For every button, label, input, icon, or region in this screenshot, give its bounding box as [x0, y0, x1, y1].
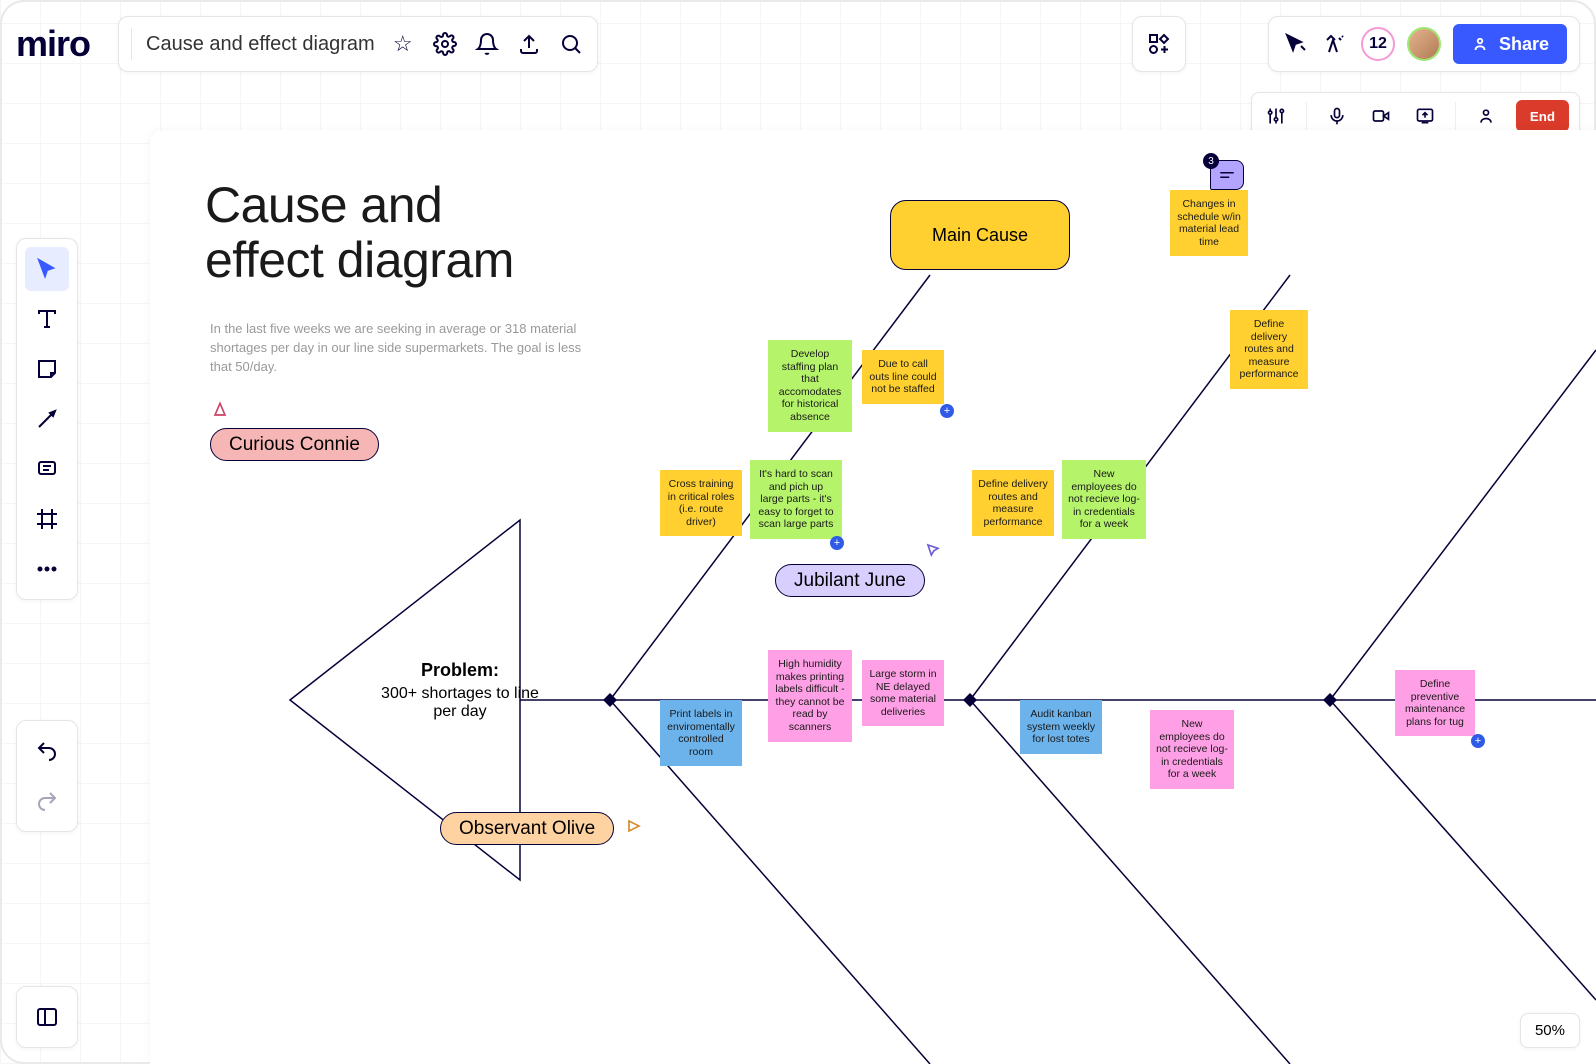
collaborator-label: Curious Connie	[210, 428, 379, 461]
bell-icon[interactable]	[473, 30, 501, 58]
apps-icon[interactable]	[1145, 30, 1173, 58]
sticky-note[interactable]: Changes in schedule w/in material lead t…	[1170, 190, 1248, 256]
redo-button[interactable]	[25, 779, 69, 823]
collaboration-cluster: 12 Share	[1268, 16, 1580, 72]
sticky-note[interactable]: Cross training in critical roles (i.e. r…	[660, 470, 742, 536]
sticky-note[interactable]: New employees do not recieve log-in cred…	[1062, 460, 1146, 539]
collaborator-cursor-june: Jubilant June	[775, 564, 925, 597]
text-tool[interactable]	[25, 297, 69, 341]
sticky-note[interactable]: It's hard to scan and pich up large part…	[750, 460, 842, 539]
sticky-note[interactable]: Print labels in enviromentally controlle…	[660, 700, 742, 766]
star-icon[interactable]: ☆	[389, 30, 417, 58]
cursor-mode-icon[interactable]	[1281, 30, 1309, 58]
sticky-note[interactable]: Develop staffing plan that accomodates f…	[768, 340, 852, 432]
settings-sliders-icon[interactable]	[1262, 102, 1290, 130]
collaborator-cursor-connie	[210, 400, 230, 425]
frame-tool[interactable]	[25, 497, 69, 541]
sticky-note[interactable]: Large storm in NE delayed some material …	[862, 660, 944, 726]
comment-tool[interactable]	[25, 447, 69, 491]
end-call-button[interactable]: End	[1516, 100, 1569, 132]
sticky-note[interactable]: High humidity makes printing labels diff…	[768, 650, 852, 742]
sticky-note-tool[interactable]	[25, 347, 69, 391]
collaborator-label: Observant Olive	[440, 812, 614, 845]
search-icon[interactable]	[557, 30, 585, 58]
user-avatar[interactable]	[1407, 27, 1441, 61]
undo-button[interactable]	[25, 729, 69, 773]
cursor-icon	[923, 540, 943, 565]
fishbone-lines	[150, 130, 1596, 1064]
collaborator-label: Jubilant June	[775, 564, 925, 597]
sticky-note[interactable]: Due to call outs line could not be staff…	[862, 350, 944, 404]
cursor-icon	[210, 400, 230, 425]
comment-count: 3	[1203, 153, 1219, 169]
board-header-panel: Cause and effect diagram ☆	[118, 16, 598, 72]
tool-toolbar	[16, 238, 78, 600]
divider	[131, 28, 132, 60]
screen-share-icon[interactable]	[1411, 102, 1439, 130]
select-tool[interactable]	[25, 247, 69, 291]
miro-logo[interactable]: miro	[16, 23, 106, 65]
add-plus-icon[interactable]: +	[830, 536, 844, 550]
settings-icon[interactable]	[431, 30, 459, 58]
divider	[1306, 102, 1307, 130]
history-panel	[16, 720, 78, 832]
comment-thread[interactable]: 3	[1210, 160, 1244, 190]
cursor-icon	[624, 816, 644, 841]
share-button[interactable]: Share	[1453, 24, 1567, 64]
add-plus-icon[interactable]: +	[1471, 734, 1485, 748]
zoom-level[interactable]: 50%	[1520, 1013, 1580, 1048]
collaborator-cursor-olive: Observant Olive	[440, 812, 644, 845]
more-tools[interactable]	[25, 547, 69, 591]
sticky-note[interactable]: Define preventive maintenance plans for …	[1395, 670, 1475, 736]
line-tool[interactable]	[25, 397, 69, 441]
participants-icon[interactable]	[1472, 102, 1500, 130]
problem-label: Problem: 300+ shortages to line per day	[370, 660, 550, 721]
reactions-icon[interactable]	[1321, 30, 1349, 58]
divider	[1455, 102, 1456, 130]
add-plus-icon[interactable]: +	[940, 404, 954, 418]
participant-count[interactable]: 12	[1361, 27, 1395, 61]
sticky-note[interactable]: New employees do not recieve log-in cred…	[1150, 710, 1234, 789]
video-icon[interactable]	[1367, 102, 1395, 130]
share-label: Share	[1499, 34, 1549, 55]
canvas[interactable]: Cause andeffect diagram In the last five…	[150, 130, 1596, 1064]
sticky-note[interactable]: Audit kanban system weekly for lost tote…	[1020, 700, 1102, 754]
mic-icon[interactable]	[1323, 102, 1351, 130]
sticky-note[interactable]: Define delivery routes and measure perfo…	[972, 470, 1054, 536]
main-cause-box[interactable]: Main Cause	[890, 200, 1070, 270]
board-title[interactable]: Cause and effect diagram	[146, 33, 375, 56]
apps-panel[interactable]	[1132, 16, 1186, 72]
export-icon[interactable]	[515, 30, 543, 58]
sticky-note[interactable]: Define delivery routes and measure perfo…	[1230, 310, 1308, 389]
panel-toggle[interactable]	[16, 986, 78, 1048]
